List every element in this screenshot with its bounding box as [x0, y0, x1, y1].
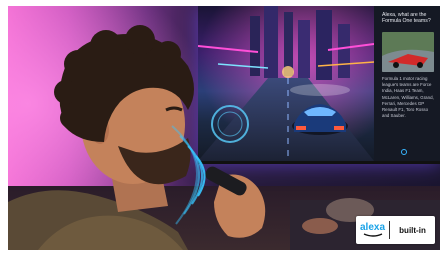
race-car-photo: [382, 32, 434, 72]
alexa-ring-icon: [401, 149, 407, 155]
living-room-scene: Alexa, what are the Formula One teams? F…: [8, 6, 440, 250]
promo-image: Alexa, what are the Formula One teams? F…: [0, 0, 445, 255]
alexa-logo-text: alexa: [359, 221, 386, 233]
alexa-question-text: Alexa, what are the Formula One teams?: [382, 12, 431, 25]
man-with-remote-illustration: [8, 25, 266, 250]
alexa-answer-panel: Alexa, what are the Formula One teams? F…: [374, 6, 440, 161]
alexa-answer-text: Formula 1 motor racing league's teams ar…: [382, 76, 434, 119]
amazon-smile-icon: [363, 232, 382, 237]
alexa-built-in-badge: alexa built-in: [356, 216, 435, 244]
built-in-label: built-in: [399, 225, 426, 235]
alexa-logo: alexa: [356, 216, 389, 244]
